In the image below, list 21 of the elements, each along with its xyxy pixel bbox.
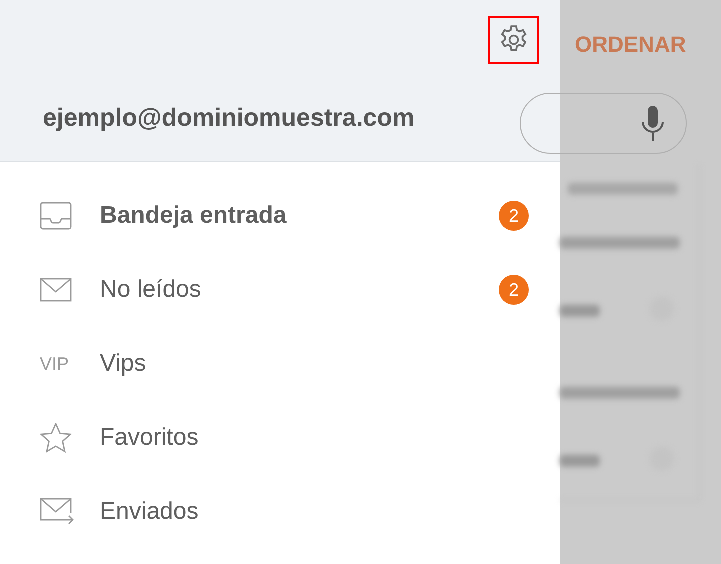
folder-item[interactable]: VIP Vips	[0, 327, 560, 401]
vip-icon: VIP	[40, 350, 70, 378]
folder-item[interactable]: Favoritos	[0, 401, 560, 475]
envelope-arrow-icon	[40, 498, 74, 526]
envelope-icon	[40, 278, 72, 302]
inbox-tray-icon	[40, 202, 72, 230]
folder-item[interactable]: Bandeja entrada 2	[0, 179, 560, 253]
folder-item[interactable]: No leídos 2	[0, 253, 560, 327]
account-email: ejemplo@dominiomuestra.com	[43, 103, 415, 134]
folder-label: Favoritos	[100, 423, 200, 453]
folder-label: Vips	[100, 349, 148, 379]
folder-label: Enviados	[100, 497, 200, 527]
unread-count-badge: 2	[499, 275, 529, 305]
folder-label: No leídos	[100, 275, 202, 305]
folder-label: Bandeja entrada	[100, 201, 288, 231]
star-icon	[40, 423, 72, 453]
settings-button[interactable]	[488, 16, 539, 64]
unread-count-badge: 2	[499, 201, 529, 231]
microphone-icon	[640, 106, 666, 142]
search-field[interactable]	[520, 93, 687, 154]
folder-item[interactable]: Enviados	[0, 475, 560, 549]
